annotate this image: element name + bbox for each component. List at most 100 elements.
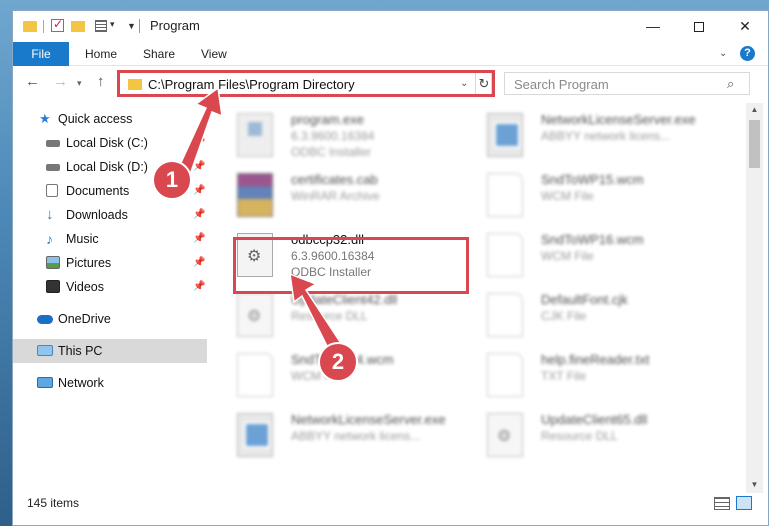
sidebar-item-downloads[interactable]: ↓ Downloads 📌 xyxy=(13,203,207,227)
document-icon xyxy=(487,293,523,337)
sidebar-item-label: Downloads xyxy=(66,208,128,222)
new-folder-icon[interactable] xyxy=(71,21,85,32)
search-icon[interactable]: ⌕ xyxy=(727,76,734,92)
sidebar-item-network[interactable]: Network xyxy=(13,371,207,395)
file-item[interactable]: UpdateClient65.dll Resource DLL xyxy=(463,407,703,467)
sidebar-item-videos[interactable]: Videos 📌 xyxy=(13,275,207,299)
file-item[interactable]: help.fineReader.txt TXT File xyxy=(463,347,703,407)
callout-1: 1 xyxy=(152,160,192,200)
search-placeholder: Search Program xyxy=(514,77,609,92)
scroll-up-icon[interactable]: ▲ xyxy=(746,105,763,114)
sidebar-item-label: This PC xyxy=(58,344,103,358)
properties-icon[interactable] xyxy=(95,20,107,32)
file-item[interactable]: DefaultFont.cjk CJK File xyxy=(463,287,703,347)
file-name: NetworkLicenseServer.exe xyxy=(291,412,446,427)
address-highlight-box xyxy=(117,70,495,97)
pin-icon[interactable]: 📌 xyxy=(193,179,205,203)
file-name: UpdateClient42.dll xyxy=(291,292,398,307)
sidebar-item-label: Pictures xyxy=(66,256,112,270)
file-type: Resource DLL xyxy=(541,429,618,443)
scroll-thumb[interactable] xyxy=(749,120,760,168)
up-arrow-icon[interactable]: ↑ xyxy=(97,73,105,90)
pin-icon[interactable]: 📌 xyxy=(193,275,205,299)
dll-gear-icon xyxy=(487,413,523,457)
file-type: CJK File xyxy=(541,309,587,323)
tab-view[interactable]: View xyxy=(189,42,239,66)
tab-file[interactable]: File xyxy=(13,42,69,66)
file-item[interactable]: program.exe 6.3.9600.16384 ODBC Installe… xyxy=(213,107,453,167)
cloud-icon xyxy=(37,315,53,324)
sidebar-item-label: Local Disk (D:) xyxy=(66,160,148,174)
item-count: 145 items xyxy=(27,496,80,510)
chevron-down-icon[interactable]: ▾ xyxy=(110,19,115,35)
sidebar-item-music[interactable]: ♪ Music 📌 xyxy=(13,227,207,251)
ribbon-tabs: File Home Share View ⌄ ? xyxy=(13,42,768,66)
window-title: Program xyxy=(150,18,200,33)
minimize-button[interactable]: — xyxy=(630,11,676,42)
file-name: UpdateClient65.dll xyxy=(541,412,648,427)
sidebar-item-pictures[interactable]: Pictures 📌 xyxy=(13,251,207,275)
maximize-button[interactable] xyxy=(676,11,722,42)
file-name: program.exe xyxy=(291,112,364,127)
pin-icon[interactable]: 📌 xyxy=(193,227,205,251)
sidebar-item-label: Videos xyxy=(66,280,104,294)
file-item[interactable]: certificates.cab WinRAR Archive xyxy=(213,167,453,227)
sidebar-item-local-disk-c[interactable]: Local Disk (C:) 📌 xyxy=(13,131,207,155)
file-item[interactable]: UpdateClient42.dll Resource DLL xyxy=(213,287,453,347)
archive-icon xyxy=(237,173,273,217)
computer-icon xyxy=(37,345,53,356)
file-type: Resource DLL xyxy=(291,309,368,323)
file-name: SndToWP16.wcm xyxy=(541,232,644,247)
close-button[interactable]: ✕ xyxy=(722,11,768,42)
pin-icon[interactable]: 📌 xyxy=(193,203,205,227)
network-icon xyxy=(37,377,53,388)
file-item[interactable]: SndToWP16.wcm WCM File xyxy=(463,227,703,287)
recent-locations-icon[interactable]: ▾ xyxy=(77,78,82,89)
customize-toolbar-icon[interactable]: ▼ xyxy=(127,21,136,37)
file-item[interactable]: NetworkLicenseServer.exe ABBYY network l… xyxy=(463,107,703,167)
file-description: ODBC Installer xyxy=(291,145,372,159)
sidebar-item-quick-access[interactable]: ★ Quick access xyxy=(13,107,207,131)
status-bar: 145 items xyxy=(13,493,768,525)
tiles-view-icon[interactable] xyxy=(736,496,752,510)
file-item[interactable]: NetworkLicenseServer.exe ABBYY network l… xyxy=(213,407,453,467)
callout-2: 2 xyxy=(318,342,358,382)
scroll-down-icon[interactable]: ▼ xyxy=(746,480,763,489)
drive-icon xyxy=(46,164,60,171)
application-icon xyxy=(487,113,523,157)
file-highlight-box xyxy=(233,237,469,294)
explorer-window: ▾ ▼ Program — ✕ File Home Share View ⌄ ?… xyxy=(12,10,769,526)
folder-icon[interactable] xyxy=(23,21,37,32)
music-icon: ♪ xyxy=(46,231,53,247)
forward-arrow-icon[interactable]: → xyxy=(53,73,68,90)
vertical-scrollbar[interactable]: ▲ ▼ xyxy=(746,103,763,493)
file-name: help.fineReader.txt xyxy=(541,352,650,367)
pin-icon[interactable]: 📌 xyxy=(193,131,205,155)
back-arrow-icon[interactable]: ← xyxy=(25,73,40,90)
file-type: WCM File xyxy=(541,249,594,263)
document-icon xyxy=(237,353,273,397)
file-item[interactable]: SndToWP15.wcm WCM File xyxy=(463,167,703,227)
sidebar-item-label: Network xyxy=(58,376,104,390)
expand-ribbon-icon[interactable]: ⌄ xyxy=(719,48,727,59)
file-name: certificates.cab xyxy=(291,172,378,187)
search-input[interactable]: Search Program ⌕ xyxy=(504,72,750,95)
help-icon[interactable]: ? xyxy=(740,46,755,61)
quick-access-divider xyxy=(43,20,44,33)
file-name: NetworkLicenseServer.exe xyxy=(541,112,696,127)
properties-check-icon[interactable] xyxy=(51,17,64,32)
document-icon xyxy=(487,173,523,217)
file-name: SndToWP15.wcm xyxy=(541,172,644,187)
tab-home[interactable]: Home xyxy=(73,42,129,66)
tab-share[interactable]: Share xyxy=(131,42,187,66)
application-icon xyxy=(237,113,273,157)
sidebar-item-this-pc[interactable]: This PC xyxy=(13,339,207,363)
navigation-bar: ← → ▾ ↑ C:\Program Files\Program Directo… xyxy=(13,69,768,99)
sidebar-item-onedrive[interactable]: OneDrive xyxy=(13,307,207,331)
pin-icon[interactable]: 📌 xyxy=(193,251,205,275)
pictures-icon xyxy=(46,256,60,269)
pin-icon[interactable]: 📌 xyxy=(193,155,205,179)
file-type: ABBYY network licens... xyxy=(291,429,421,443)
details-view-icon[interactable] xyxy=(714,497,730,510)
file-name: DefaultFont.cjk xyxy=(541,292,628,307)
